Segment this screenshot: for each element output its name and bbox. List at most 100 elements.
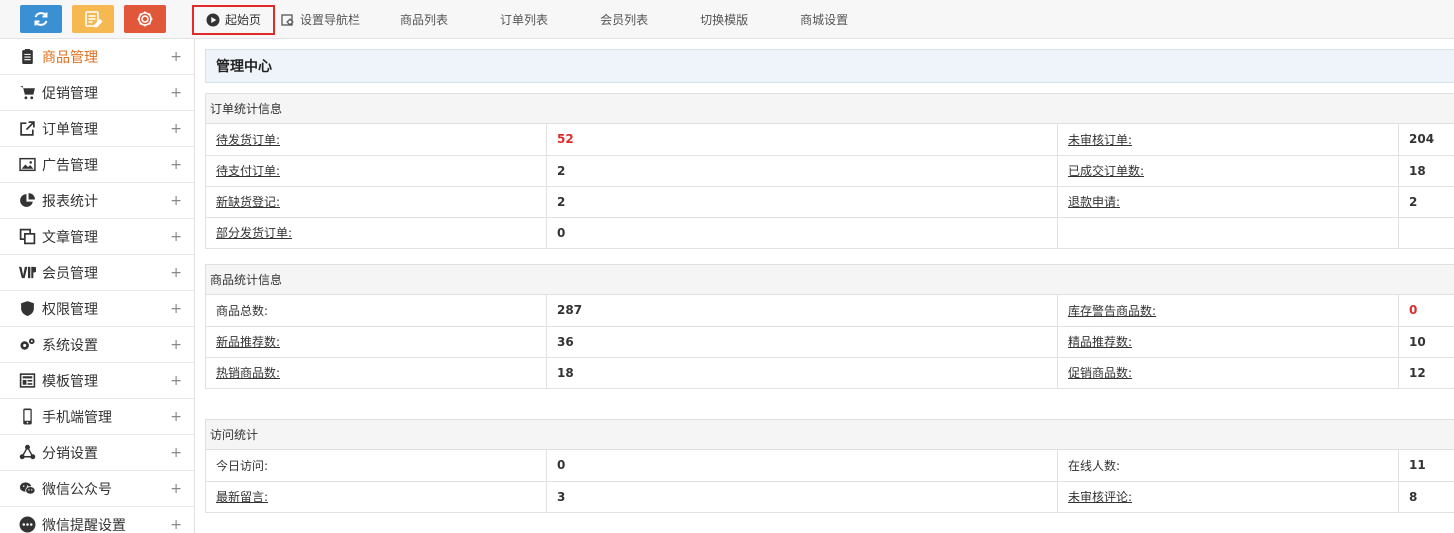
table-row: 热销商品数: 18 促销商品数: 12	[205, 357, 1454, 389]
nav-member-list-label: 会员列表	[600, 13, 649, 27]
expand-icon[interactable]: +	[170, 337, 182, 353]
hot-goods-link[interactable]: 热销商品数:	[216, 366, 280, 380]
refresh-icon	[34, 12, 48, 26]
expand-icon[interactable]: +	[170, 481, 182, 497]
total-goods-label: 商品总数:	[205, 295, 547, 327]
sidebar-item-members[interactable]: 会员管理 +	[0, 255, 194, 291]
nav-order-list[interactable]: 订单列表	[500, 6, 548, 34]
sidebar-item-articles[interactable]: 文章管理 +	[0, 219, 194, 255]
nav-shop-settings[interactable]: 商城设置	[800, 6, 848, 34]
expand-icon[interactable]: +	[170, 121, 182, 137]
goods-stats-section: 商品统计信息 商品总数: 287 库存警告商品数: 0 新品推荐数: 36 精品…	[205, 264, 1454, 389]
sidebar-item-orders[interactable]: 订单管理 +	[0, 111, 194, 147]
refresh-button[interactable]	[20, 5, 62, 33]
unreviewed-orders-value: 204	[1398, 124, 1454, 156]
best-recommend-link[interactable]: 精品推荐数:	[1068, 335, 1132, 349]
pending-payment-link[interactable]: 待支付订单:	[216, 164, 280, 178]
completed-orders-link[interactable]: 已成交订单数:	[1068, 164, 1144, 178]
nav-goods-list[interactable]: 商品列表	[400, 6, 448, 34]
sidebar-item-label: 商品管理	[42, 49, 98, 66]
edit-note-icon	[85, 11, 103, 28]
expand-icon[interactable]: +	[170, 85, 182, 101]
nav-member-list[interactable]: 会员列表	[600, 6, 648, 34]
expand-icon[interactable]: +	[170, 301, 182, 317]
table-row: 今日访问: 0 在线人数: 11	[205, 450, 1454, 482]
sidebar-item-label: 会员管理	[42, 265, 98, 282]
sidebar-item-system[interactable]: 系统设置 +	[0, 327, 194, 363]
table-row: 最新留言: 3 未审核评论: 8	[205, 481, 1454, 513]
page-title: 管理中心	[216, 59, 272, 75]
expand-icon[interactable]: +	[170, 157, 182, 173]
order-stats-title: 订单统计信息	[205, 93, 1454, 124]
sidebar-item-mobile[interactable]: 手机端管理 +	[0, 399, 194, 435]
nav-goods-list-label: 商品列表	[400, 13, 449, 27]
online-users-label: 在线人数:	[1057, 450, 1399, 482]
pie-chart-icon	[18, 192, 36, 210]
stat-label-cell: 最新留言:	[205, 481, 547, 513]
stat-label-cell: 未审核订单:	[1057, 124, 1399, 156]
sidebar-item-label: 广告管理	[42, 157, 98, 174]
sidebar-item-reports[interactable]: 报表统计 +	[0, 183, 194, 219]
nav-order-list-label: 订单列表	[500, 13, 549, 27]
table-row: 新品推荐数: 36 精品推荐数: 10	[205, 326, 1454, 358]
unreviewed-orders-link[interactable]: 未审核订单:	[1068, 133, 1132, 147]
hot-goods-value: 18	[546, 357, 1058, 389]
nav-set-navbar[interactable]: 设置导航栏	[281, 6, 360, 34]
new-stockout-link[interactable]: 新缺货登记:	[216, 195, 280, 209]
sidebar-item-promotion[interactable]: 促销管理 +	[0, 75, 194, 111]
edit-note-button[interactable]	[72, 5, 114, 33]
stat-label-cell: 促销商品数:	[1057, 357, 1399, 389]
stat-label-cell: 部分发货订单:	[205, 217, 547, 249]
table-row: 商品总数: 287 库存警告商品数: 0	[205, 295, 1454, 327]
partial-shipment-link[interactable]: 部分发货订单:	[216, 226, 292, 240]
stat-label-cell: 未审核评论:	[1057, 481, 1399, 513]
sidebar-item-permissions[interactable]: 权限管理 +	[0, 291, 194, 327]
expand-icon[interactable]: +	[170, 517, 182, 533]
promo-goods-link[interactable]: 促销商品数:	[1068, 366, 1132, 380]
sidebar-item-distribution[interactable]: 分销设置 +	[0, 435, 194, 471]
total-goods-value: 287	[546, 295, 1058, 327]
clipboard-icon	[18, 48, 36, 66]
new-stockout-value: 2	[546, 186, 1058, 218]
settings-button[interactable]	[124, 5, 166, 33]
expand-icon[interactable]: +	[170, 193, 182, 209]
nav-set-navbar-label: 设置导航栏	[300, 13, 361, 27]
latest-messages-link[interactable]: 最新留言:	[216, 490, 268, 504]
expand-icon[interactable]: +	[170, 409, 182, 425]
expand-icon[interactable]: +	[170, 229, 182, 245]
settings-square-icon	[281, 13, 295, 27]
sidebar-item-wechat-reminder[interactable]: 微信提醒设置 +	[0, 507, 194, 533]
expand-icon[interactable]: +	[170, 49, 182, 65]
stock-warning-link[interactable]: 库存警告商品数:	[1068, 304, 1156, 318]
sidebar-item-label: 订单管理	[42, 121, 98, 138]
nav-home[interactable]: 起始页	[192, 4, 276, 35]
gear-icon	[137, 11, 153, 27]
refund-requests-link[interactable]: 退款申请:	[1068, 195, 1120, 209]
expand-icon[interactable]: +	[170, 445, 182, 461]
sidebar-item-goods[interactable]: 商品管理 +	[0, 39, 194, 75]
sidebar-item-label: 促销管理	[42, 85, 98, 102]
stat-label-cell: 退款申请:	[1057, 186, 1399, 218]
sidebar-item-templates[interactable]: 模板管理 +	[0, 363, 194, 399]
today-visits-value: 0	[546, 450, 1058, 482]
sidebar-item-wechat[interactable]: 微信公众号 +	[0, 471, 194, 507]
stat-label-cell: 待支付订单:	[205, 155, 547, 187]
nav-shop-settings-label: 商城设置	[800, 13, 849, 27]
expand-icon[interactable]: +	[170, 373, 182, 389]
nav-switch-template[interactable]: 切换模版	[700, 6, 748, 34]
new-recommend-link[interactable]: 新品推荐数:	[216, 335, 280, 349]
partial-shipment-value: 0	[546, 217, 1058, 249]
sidebar-item-label: 报表统计	[42, 193, 98, 210]
sidebar-item-label: 模板管理	[42, 373, 98, 390]
expand-icon[interactable]: +	[170, 265, 182, 281]
order-stats-section: 订单统计信息 待发货订单: 52 未审核订单: 204 待支付订单: 2 已成交…	[205, 93, 1454, 249]
top-bar: 起始页 设置导航栏 商品列表 订单列表 会员列表 切换模版 商城设置	[0, 0, 1454, 39]
unreviewed-comments-link[interactable]: 未审核评论:	[1068, 490, 1132, 504]
share-icon	[18, 444, 36, 462]
pending-shipment-link[interactable]: 待发货订单:	[216, 133, 280, 147]
promo-goods-value: 12	[1398, 357, 1454, 389]
goods-stats-table: 商品总数: 287 库存警告商品数: 0 新品推荐数: 36 精品推荐数: 10…	[205, 295, 1454, 389]
sidebar-item-ads[interactable]: 广告管理 +	[0, 147, 194, 183]
goods-stats-title: 商品统计信息	[205, 264, 1454, 295]
nav-home-label: 起始页	[225, 13, 262, 27]
